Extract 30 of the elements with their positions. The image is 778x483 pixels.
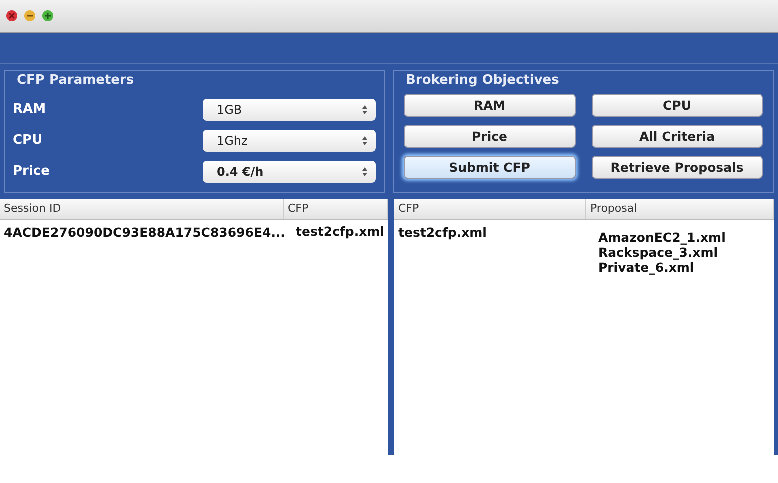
maximize-icon[interactable] [42, 10, 54, 22]
stepper-icon [362, 104, 368, 114]
panel-title: CFP Parameters [17, 73, 136, 88]
stepper-icon [362, 136, 368, 146]
objective-button[interactable]: CPU [592, 94, 763, 117]
column-header[interactable]: Proposal [586, 199, 774, 219]
table-cell-text: AmazonEC2_1.xml [597, 230, 727, 245]
objective-button[interactable]: Retrieve Proposals [592, 156, 763, 179]
close-icon[interactable] [6, 10, 18, 22]
table-cell-text: Rackspace_3.xml [597, 245, 720, 260]
table-cell-text: test2cfp.xml [397, 224, 488, 242]
table-cell-text: Private_6.xml [597, 260, 696, 275]
column-header[interactable]: CFP [284, 199, 388, 219]
objective-button[interactable]: All Criteria [592, 125, 763, 148]
stepper-icon [362, 166, 368, 176]
objective-button[interactable]: Price [404, 125, 576, 148]
objective-button[interactable]: RAM [404, 94, 576, 117]
dropdown[interactable]: 0.4 €/h [203, 160, 376, 182]
table-cell-text: test2cfp.xml [295, 224, 386, 240]
column-header[interactable]: Session ID [0, 199, 284, 219]
objective-button[interactable]: Submit CFP [404, 156, 576, 179]
field-label: CPU [13, 133, 44, 148]
minimize-icon[interactable] [24, 10, 36, 22]
dropdown[interactable]: 1GB [203, 98, 376, 120]
table-cell-text: 4ACDE276090DC93E88A175C83696E4... [3, 224, 286, 240]
panel-title: Brokering Objectives [406, 73, 560, 88]
field-label: RAM [13, 102, 48, 117]
field-label: Price [13, 164, 51, 179]
dropdown[interactable]: 1Ghz [203, 130, 376, 152]
column-header[interactable]: CFP [394, 199, 586, 219]
